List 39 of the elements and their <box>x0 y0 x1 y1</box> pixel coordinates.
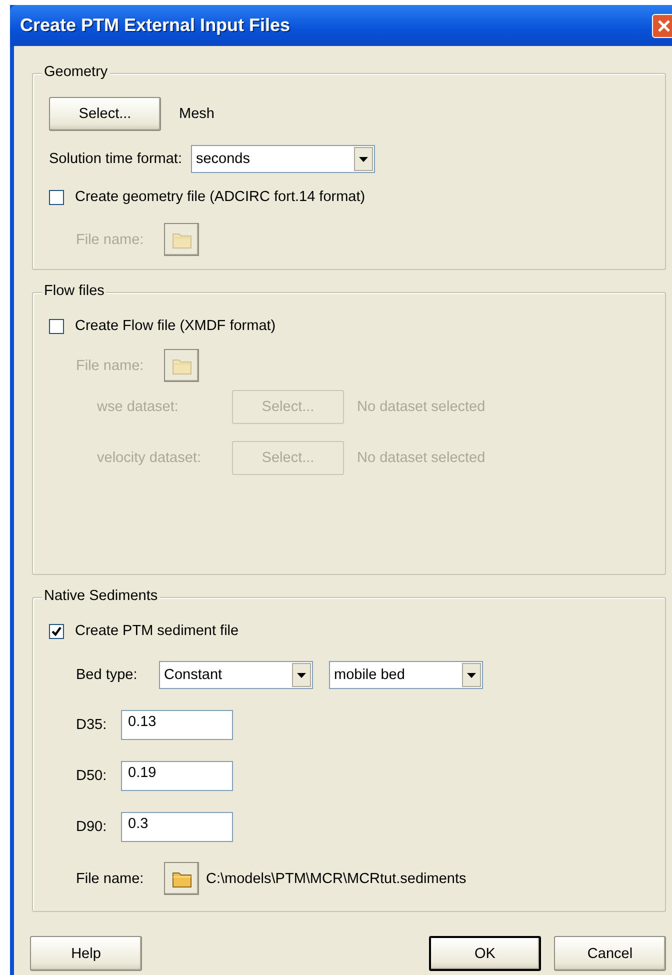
checkbox-label[interactable]: Create geometry file (ADCIRC fort.14 format) <box>75 189 366 205</box>
group-label: Geometry <box>42 64 110 80</box>
dropdown[interactable]: mobile bed <box>329 661 483 689</box>
bed-type-label: Bed type: <box>76 667 138 683</box>
file-name-label: File name: <box>76 232 145 248</box>
window-title: Create PTM External Input Files <box>20 15 290 36</box>
browse-button[interactable] <box>164 862 199 895</box>
diameter-field[interactable]: 0.3 <box>121 812 233 842</box>
checkbox[interactable] <box>49 624 64 638</box>
selection-label: Mesh <box>179 106 214 122</box>
dropdown[interactable]: seconds <box>190 145 375 173</box>
checkbox[interactable] <box>49 318 64 334</box>
folder-icon <box>172 870 192 888</box>
select-button[interactable]: Select... <box>49 97 161 131</box>
diameter-label: D90: <box>76 819 108 835</box>
dataset-status: No dataset selected <box>357 398 486 414</box>
browse-button[interactable] <box>164 223 199 256</box>
dialog-button[interactable]: Cancel <box>554 936 666 971</box>
dialog-button[interactable]: Help <box>30 936 142 971</box>
diameter-field[interactable]: 0.19 <box>121 761 233 791</box>
folder-icon <box>172 230 192 248</box>
checkbox-label[interactable]: Create PTM sediment file <box>75 623 239 639</box>
time-format-label: Solution time format: <box>49 151 182 167</box>
close-icon[interactable] <box>652 14 672 38</box>
diameter-label: D50: <box>76 768 108 784</box>
file-name-label: File name: <box>76 358 145 374</box>
dialog-button[interactable]: OK <box>429 936 541 971</box>
file-name-label: File name: <box>76 870 145 886</box>
dropdown[interactable]: Constant <box>159 661 313 689</box>
folder-icon <box>172 356 192 374</box>
diameter-label: D35: <box>76 717 108 733</box>
diameter-field[interactable]: 0.13 <box>121 710 233 740</box>
checkbox[interactable] <box>49 190 64 204</box>
dataset-label: velocity dataset: <box>97 450 202 466</box>
checkbox-label[interactable]: Create Flow file (XMDF format) <box>75 318 276 334</box>
browse-button[interactable] <box>164 349 199 382</box>
dataset-label: wse dataset: <box>97 398 180 414</box>
file-path: C:\models\PTM\MCR\MCRtut.sediments <box>206 870 466 886</box>
dataset-status: No dataset selected <box>357 450 486 466</box>
